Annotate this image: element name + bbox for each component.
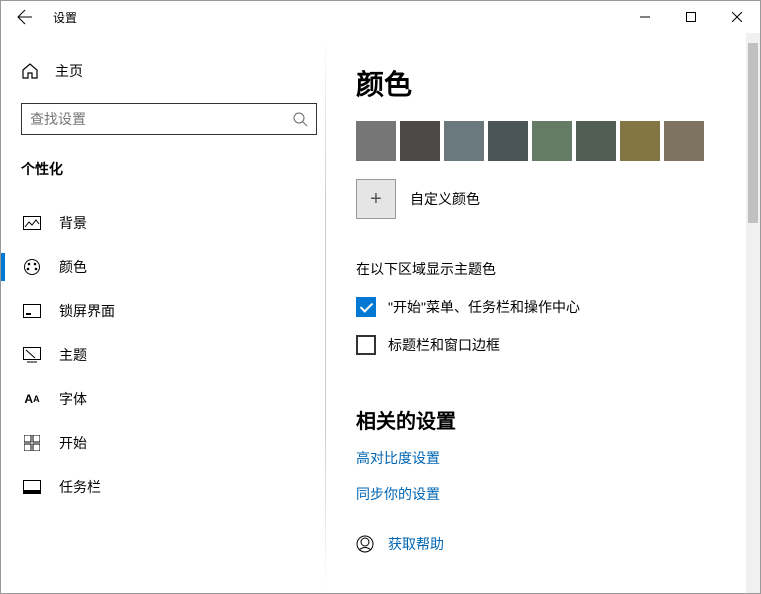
nav-items: 背景 颜色 锁屏界面 主题 AA 字体 开始 [21, 201, 326, 509]
scrollbar[interactable] [746, 33, 760, 593]
color-swatch-1[interactable] [400, 121, 440, 161]
color-swatch-2[interactable] [444, 121, 484, 161]
nav-label: 字体 [59, 389, 87, 409]
start-icon [24, 435, 40, 451]
checkbox-start-taskbar[interactable]: "开始"菜单、任务栏和操作中心 [356, 297, 730, 317]
help-label: 获取帮助 [388, 534, 444, 554]
search-icon [292, 111, 308, 127]
themes-icon [23, 347, 41, 363]
color-swatch-6[interactable] [620, 121, 660, 161]
link-high-contrast[interactable]: 高对比度设置 [356, 448, 730, 468]
nav-label: 主题 [59, 345, 87, 365]
font-icon: AA [23, 390, 41, 408]
sidebar: 主页 个性化 背景 颜色 锁屏界面 主题 [1, 33, 326, 593]
sidebar-item-fonts[interactable]: AA 字体 [21, 377, 326, 421]
home-icon [21, 62, 39, 80]
close-button[interactable] [714, 1, 760, 33]
color-swatch-7[interactable] [664, 121, 704, 161]
custom-color-label: 自定义颜色 [410, 189, 480, 209]
home-label: 主页 [55, 61, 83, 81]
color-swatch-3[interactable] [488, 121, 528, 161]
main-content: 颜色 + 自定义颜色 在以下区域显示主题色 "开始"菜单、任务栏和操作中心 标题… [326, 33, 760, 593]
custom-color-button[interactable]: + 自定义颜色 [356, 179, 730, 219]
window-title: 设置 [53, 9, 77, 26]
help-icon [356, 535, 374, 553]
checkbox-icon [356, 297, 376, 317]
palette-icon [23, 258, 41, 276]
related-settings-heading: 相关的设置 [356, 405, 730, 434]
link-sync-settings[interactable]: 同步你的设置 [356, 484, 730, 504]
section-label: 个性化 [21, 159, 326, 179]
sidebar-item-background[interactable]: 背景 [21, 201, 326, 245]
window-controls [622, 1, 760, 33]
sidebar-item-lockscreen[interactable]: 锁屏界面 [21, 289, 326, 333]
accent-surfaces-heading: 在以下区域显示主题色 [356, 259, 730, 279]
checkbox-label: "开始"菜单、任务栏和操作中心 [388, 297, 580, 317]
search-input[interactable] [30, 111, 292, 127]
sidebar-item-start[interactable]: 开始 [21, 421, 326, 465]
checkbox-label: 标题栏和窗口边框 [388, 335, 500, 355]
titlebar: 设置 [1, 1, 760, 33]
nav-label: 背景 [59, 213, 87, 233]
nav-label: 颜色 [59, 257, 87, 277]
nav-label: 任务栏 [59, 477, 101, 497]
arrow-left-icon [17, 9, 33, 25]
nav-label: 开始 [59, 433, 87, 453]
get-help-link[interactable]: 获取帮助 [356, 534, 730, 554]
color-swatch-4[interactable] [532, 121, 572, 161]
taskbar-icon [23, 480, 41, 494]
sidebar-item-colors[interactable]: 颜色 [21, 245, 326, 289]
picture-icon [23, 216, 41, 230]
maximize-button[interactable] [668, 1, 714, 33]
nav-label: 锁屏界面 [59, 301, 115, 321]
maximize-icon [686, 12, 696, 22]
lockscreen-icon [23, 304, 41, 318]
sidebar-item-themes[interactable]: 主题 [21, 333, 326, 377]
search-box[interactable] [21, 103, 317, 135]
color-swatch-5[interactable] [576, 121, 616, 161]
back-button[interactable] [9, 1, 41, 33]
home-link[interactable]: 主页 [21, 53, 326, 89]
checkbox-titlebars[interactable]: 标题栏和窗口边框 [356, 335, 730, 355]
close-icon [732, 12, 742, 22]
plus-icon: + [356, 179, 396, 219]
scrollbar-thumb[interactable] [748, 43, 758, 223]
color-swatch-0[interactable] [356, 121, 396, 161]
color-swatches [356, 121, 730, 161]
sidebar-item-taskbar[interactable]: 任务栏 [21, 465, 326, 509]
checkbox-icon [356, 335, 376, 355]
minimize-icon [640, 12, 650, 22]
page-title: 颜色 [356, 63, 730, 103]
minimize-button[interactable] [622, 1, 668, 33]
